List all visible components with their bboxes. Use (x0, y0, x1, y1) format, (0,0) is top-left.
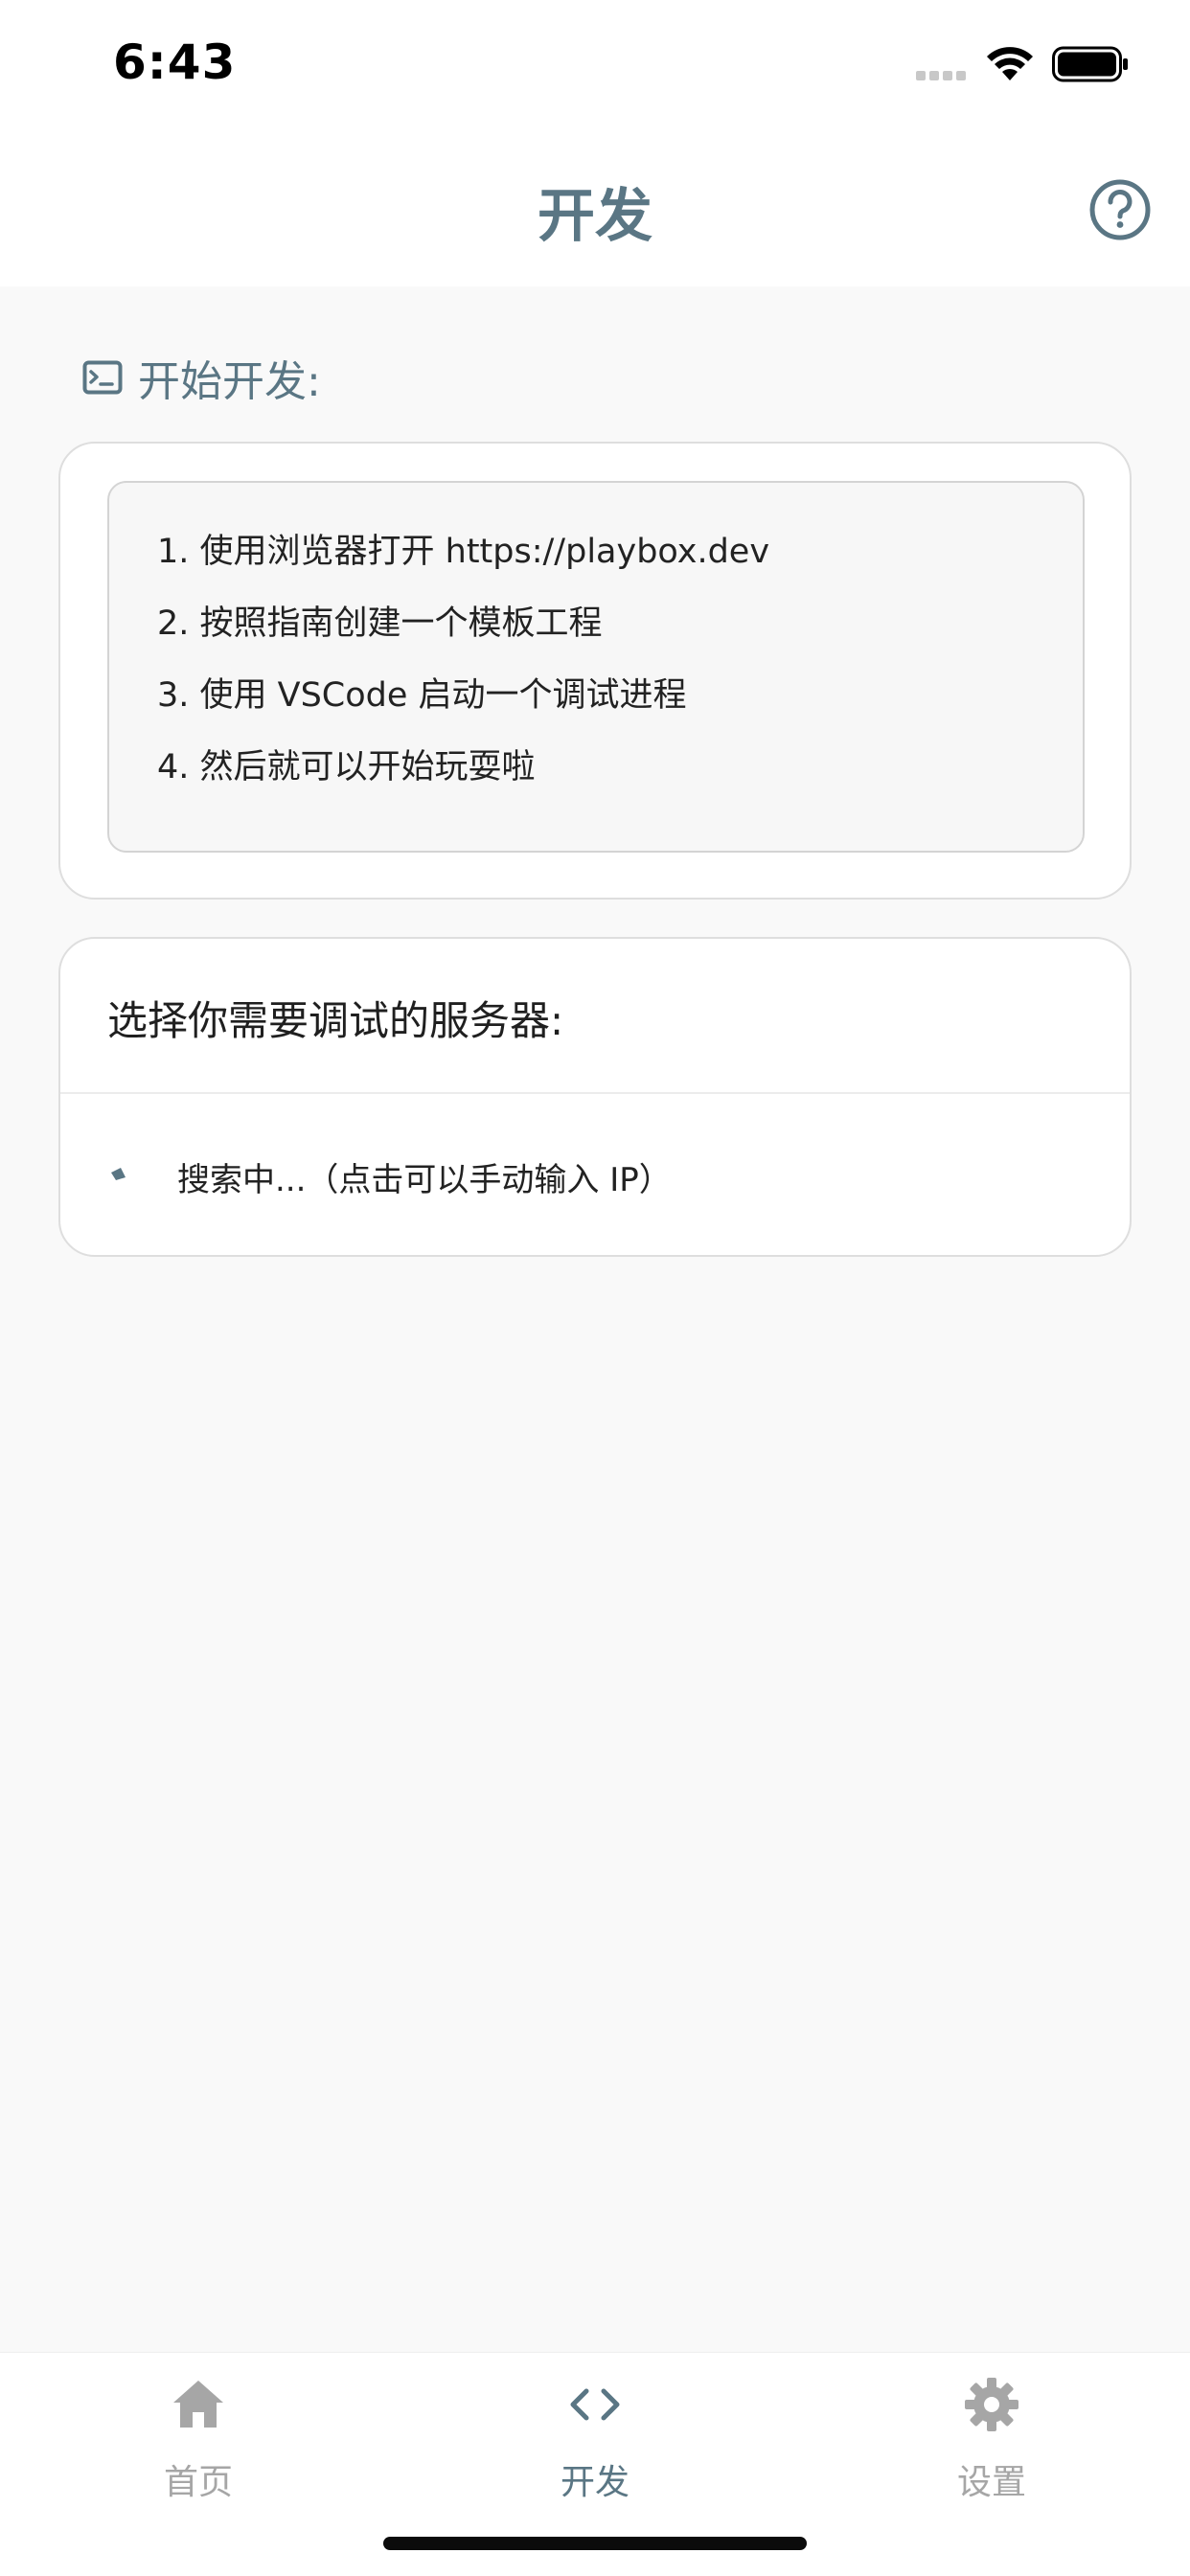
help-button[interactable] (1088, 178, 1152, 241)
status-time: 6:43 (113, 34, 237, 90)
server-card: 选择你需要调试的服务器: 搜索中...（点击可以手动输入 IP） (58, 937, 1132, 1257)
section-title-label: 开始开发: (138, 357, 321, 406)
server-search-status: 搜索中...（点击可以手动输入 IP） (177, 1161, 672, 1199)
home-indicator (383, 2537, 807, 2550)
section-title: 开始开发: (82, 347, 321, 408)
instruction-step: 1. 使用浏览器打开 https://playbox.dev (157, 533, 770, 571)
question-circle-icon (1089, 179, 1151, 240)
wifi-icon (987, 47, 1033, 80)
nav-header: 开发 (0, 129, 1190, 286)
instructions-card: 1. 使用浏览器打开 https://playbox.dev 2. 按照指南创建… (58, 442, 1132, 900)
status-bar: 6:43 (0, 0, 1190, 129)
manual-ip-row[interactable]: 搜索中...（点击可以手动输入 IP） (60, 1094, 1130, 1255)
server-list-title: 选择你需要调试的服务器: (107, 997, 564, 1044)
tab-label: 开发 (560, 2463, 629, 2502)
instruction-step: 3. 使用 VSCode 启动一个调试进程 (157, 676, 687, 715)
instruction-step: 4. 然后就可以开始玩耍啦 (157, 748, 536, 786)
home-icon (173, 2381, 223, 2428)
tab-home[interactable]: 首页 (0, 2353, 397, 2525)
code-icon (570, 2388, 620, 2421)
tab-dev[interactable]: 开发 (397, 2353, 793, 2525)
instruction-step: 2. 按照指南创建一个模板工程 (157, 604, 603, 643)
terminal-icon (82, 360, 123, 395)
instructions-box: 1. 使用浏览器打开 https://playbox.dev 2. 按照指南创建… (107, 481, 1085, 853)
loading-spinner-icon (111, 1168, 126, 1180)
page-title: 开发 (538, 183, 652, 250)
tab-settings[interactable]: 设置 (793, 2353, 1190, 2525)
tab-label: 设置 (956, 2463, 1026, 2502)
battery-icon (1052, 46, 1128, 82)
tab-label: 首页 (163, 2463, 233, 2502)
gear-icon (965, 2378, 1018, 2431)
cellular-signal-icon (916, 71, 970, 82)
